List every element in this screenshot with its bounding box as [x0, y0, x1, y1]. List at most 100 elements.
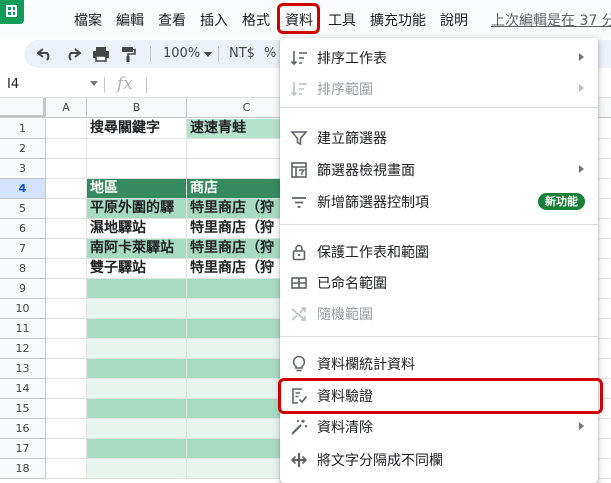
cell-b11[interactable]	[87, 319, 187, 338]
cell-a5[interactable]	[46, 199, 87, 218]
menu-edit[interactable]: 編輯	[116, 10, 144, 30]
menu-tools[interactable]: 工具	[328, 10, 356, 30]
menu-item-label: 將文字分隔成不同欄	[317, 453, 443, 469]
menu-help[interactable]: 說明	[440, 10, 468, 30]
row-header[interactable]: 2	[0, 139, 46, 159]
cell-b4[interactable]: 地區	[87, 179, 187, 198]
menu-item-sort-sheet[interactable]: 排序工作表	[280, 42, 598, 73]
last-edit-link[interactable]: 上次編輯是在 37 分	[491, 10, 611, 30]
column-header-b[interactable]: B	[87, 98, 187, 118]
cell-a3[interactable]	[46, 159, 87, 178]
name-box[interactable]: I4	[7, 77, 19, 92]
cell-b16[interactable]	[87, 419, 187, 438]
menu-item-label: 隨機範圍	[317, 307, 373, 323]
cell-a13[interactable]	[46, 359, 87, 378]
row-header[interactable]: 7	[0, 239, 46, 259]
cell-a9[interactable]	[46, 279, 87, 298]
row-header[interactable]: 15	[0, 399, 46, 419]
row-header[interactable]: 11	[0, 319, 46, 339]
cell-a11[interactable]	[46, 319, 87, 338]
row-header[interactable]: 18	[0, 459, 46, 479]
cell-a15[interactable]	[46, 399, 87, 418]
cell-b15[interactable]	[87, 399, 187, 418]
row-header[interactable]: 5	[0, 199, 46, 219]
data-validation-highlight-box	[278, 378, 603, 414]
paint-format-icon[interactable]	[120, 40, 140, 68]
cell-b10[interactable]	[87, 299, 187, 318]
menu-item-protect-sheets[interactable]: 保護工作表和範圍	[280, 236, 598, 267]
row-header[interactable]: 9	[0, 279, 46, 299]
cell-a6[interactable]	[46, 219, 87, 238]
toolbar-divider	[218, 46, 219, 62]
cell-b12[interactable]	[87, 339, 187, 358]
cell-a8[interactable]	[46, 259, 87, 278]
zoom-select[interactable]: 100%	[163, 40, 200, 68]
menu-insert[interactable]: 插入	[200, 10, 228, 30]
row-header[interactable]: 3	[0, 159, 46, 179]
cell-b14[interactable]	[87, 379, 187, 398]
row-header[interactable]: 8	[0, 259, 46, 279]
zoom-chevron-down-icon[interactable]	[204, 52, 212, 57]
cell-b6[interactable]: 濕地驛站	[87, 219, 187, 238]
menu-item-named-ranges[interactable]: 已命名範圍	[280, 267, 598, 298]
cell-b3[interactable]	[87, 159, 187, 178]
formula-bar-divider	[104, 77, 105, 93]
cell-b18[interactable]	[87, 459, 187, 478]
cell-a4[interactable]	[46, 179, 87, 198]
filter-icon	[290, 131, 308, 146]
row-header[interactable]: 13	[0, 359, 46, 379]
cell-a2[interactable]	[46, 139, 87, 158]
row-header-selected[interactable]: 4	[0, 179, 46, 199]
row-header[interactable]: 12	[0, 339, 46, 359]
menu-item-column-stats[interactable]: 資料欄統計資料	[280, 348, 598, 379]
menu-format[interactable]: 格式	[242, 10, 270, 30]
percent-format-button[interactable]: %	[264, 40, 276, 68]
sheets-logo-icon[interactable]	[0, 0, 24, 24]
menu-file[interactable]: 檔案	[74, 10, 102, 30]
menu-data-highlight-box	[277, 3, 320, 34]
cell-b7[interactable]: 南阿卡萊驛站	[87, 239, 187, 258]
cell-b9[interactable]	[87, 279, 187, 298]
cell-a12[interactable]	[46, 339, 87, 358]
row-header[interactable]: 6	[0, 219, 46, 239]
cell-a7[interactable]	[46, 239, 87, 258]
cell-b17[interactable]	[87, 439, 187, 458]
menu-view[interactable]: 查看	[158, 10, 186, 30]
cell-b8[interactable]: 雙子驛站	[87, 259, 187, 278]
cell-a17[interactable]	[46, 439, 87, 458]
cell-a16[interactable]	[46, 419, 87, 438]
select-all-corner[interactable]	[0, 98, 46, 118]
cell-a14[interactable]	[46, 379, 87, 398]
menu-item-data-cleanup[interactable]: 資料清除	[280, 411, 598, 442]
cell-a18[interactable]	[46, 459, 87, 478]
undo-icon[interactable]	[36, 40, 56, 68]
name-box-chevron-down-icon[interactable]	[90, 81, 98, 86]
cell-b2[interactable]	[87, 139, 187, 158]
currency-format-button[interactable]: NT$	[229, 40, 255, 68]
submenu-arrow-icon	[579, 84, 584, 92]
row-header[interactable]: 17	[0, 439, 46, 459]
menu-extensions[interactable]: 擴充功能	[370, 10, 426, 30]
menu-separator	[280, 107, 598, 108]
cell-b1[interactable]: 搜尋關鍵字	[87, 119, 187, 138]
row-header[interactable]: 10	[0, 299, 46, 319]
cell-a10[interactable]	[46, 299, 87, 318]
menu-item-label: 篩選器檢視畫面	[317, 163, 415, 179]
menu-item-create-filter[interactable]: 建立篩選器	[280, 122, 598, 153]
cell-a1[interactable]	[46, 119, 87, 138]
row-header[interactable]: 1	[0, 119, 46, 139]
toolbar-divider	[150, 46, 151, 62]
submenu-arrow-icon	[579, 53, 584, 61]
redo-icon[interactable]	[64, 40, 84, 68]
cell-b13[interactable]	[87, 359, 187, 378]
row-header[interactable]: 14	[0, 379, 46, 399]
menu-item-split-text-to-columns[interactable]: 將文字分隔成不同欄	[280, 444, 598, 475]
menu-item-label: 資料欄統計資料	[317, 357, 415, 373]
cell-b5[interactable]: 平原外圍的驛	[87, 199, 187, 218]
row-header[interactable]: 16	[0, 419, 46, 439]
menu-item-filter-views[interactable]: 篩選器檢視畫面	[280, 154, 598, 185]
print-icon[interactable]	[92, 40, 112, 68]
column-header-a[interactable]: A	[46, 98, 87, 118]
submenu-arrow-icon	[579, 165, 584, 173]
menu-item-add-filter-control[interactable]: 新增篩選器控制項 新功能	[280, 186, 598, 217]
